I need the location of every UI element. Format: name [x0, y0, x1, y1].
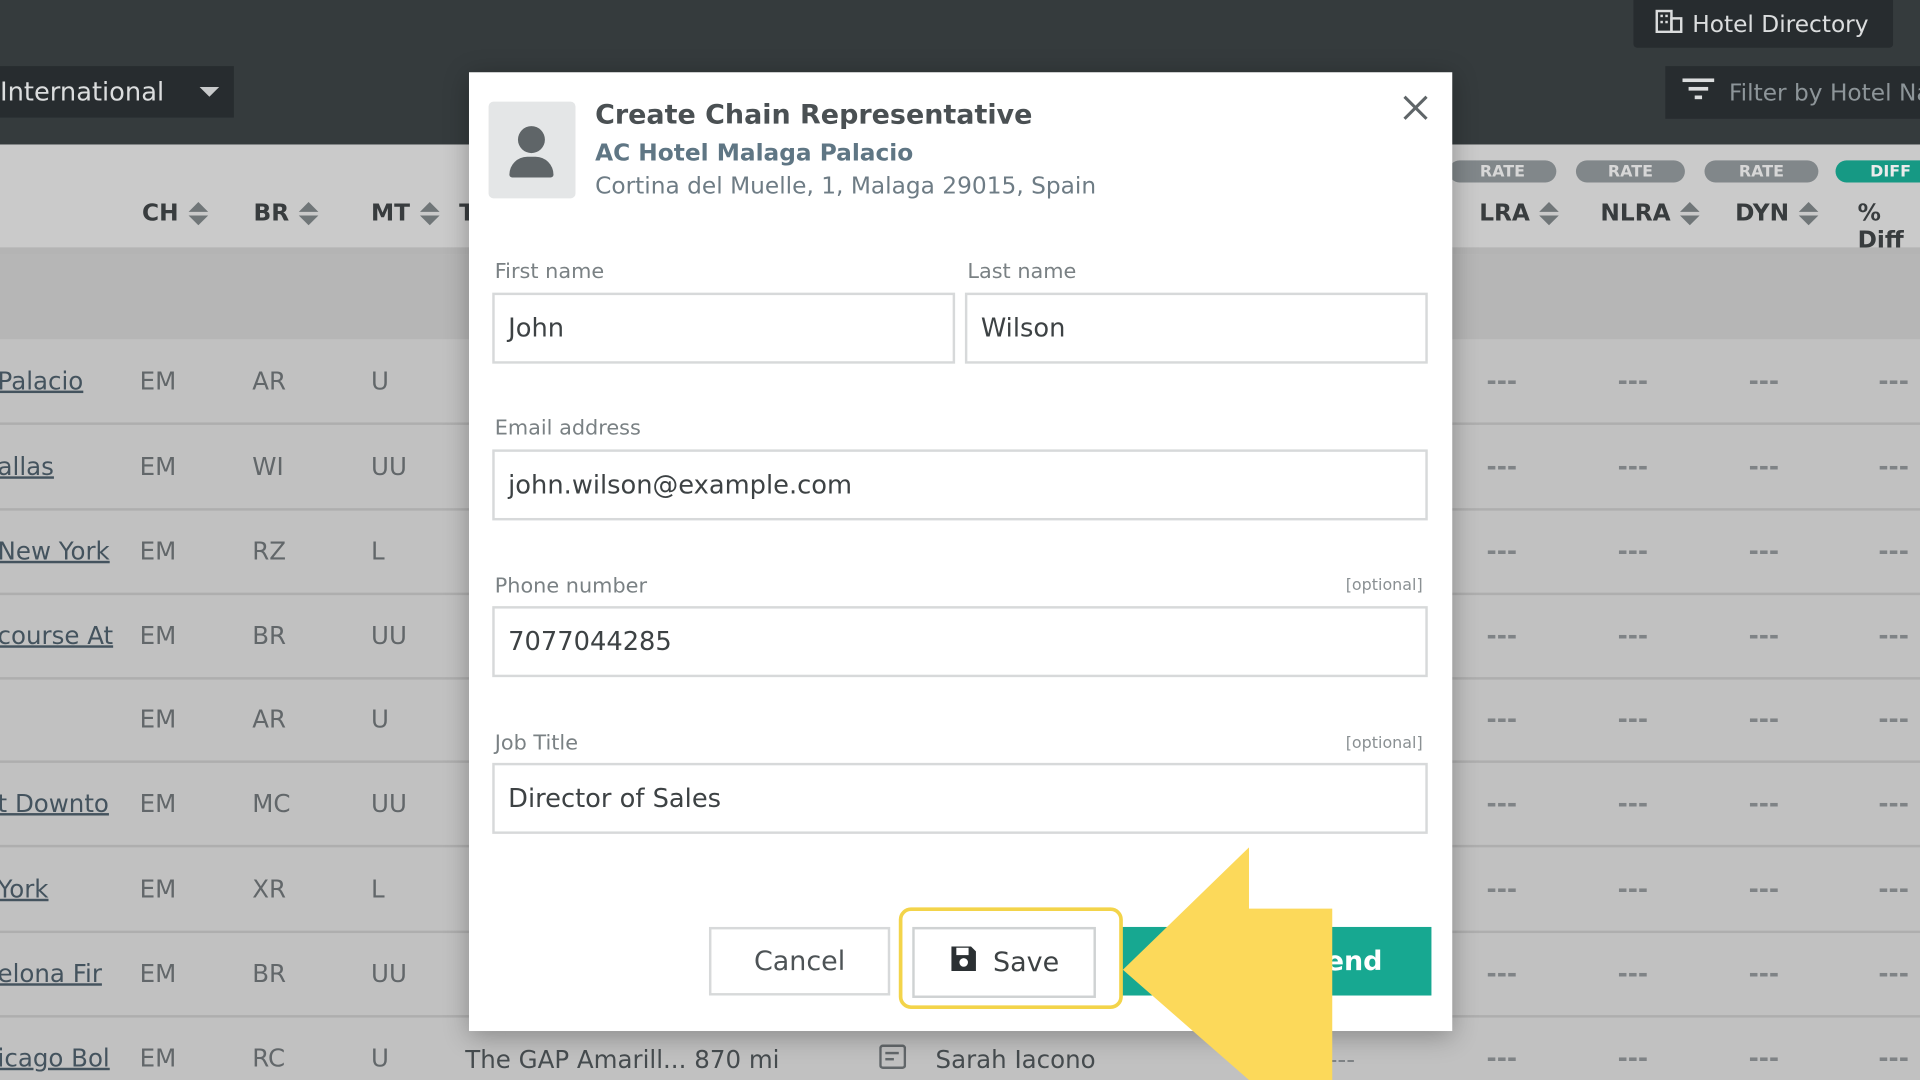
arrow-icon	[1122, 847, 1333, 1080]
modal-address: Cortina del Muelle, 1, Malaga 29015, Spa…	[595, 172, 1097, 200]
first-name-label: First name	[494, 259, 605, 285]
cancel-button[interactable]: Cancel	[708, 926, 891, 996]
phone-label: Phone number	[494, 574, 648, 599]
floppy-disk-icon	[949, 944, 978, 981]
email-field[interactable]: john.wilson@example.com	[492, 449, 1428, 521]
first-name-field[interactable]: John	[492, 292, 956, 364]
save-button[interactable]: Save	[912, 926, 1096, 998]
last-name-label: Last name	[967, 259, 1077, 285]
close-icon[interactable]	[1397, 92, 1434, 129]
email-label: Email address	[494, 416, 641, 441]
person-icon	[488, 101, 576, 199]
modal-title: Create Chain Representative	[595, 100, 1033, 132]
job-title-field[interactable]: Director of Sales	[492, 762, 1428, 834]
job-optional-label: [optional]	[1345, 734, 1423, 754]
last-name-field[interactable]: Wilson	[964, 292, 1428, 364]
phone-field[interactable]: 7077044285	[492, 606, 1428, 678]
save-label: Save	[993, 947, 1060, 978]
modal-hotel-name: AC Hotel Malaga Palacio	[595, 139, 914, 167]
app-root: International Hotel Directory Filter by …	[0, 0, 1920, 1080]
phone-optional-label: [optional]	[1345, 576, 1423, 596]
job-title-label: Job Title	[494, 731, 579, 756]
